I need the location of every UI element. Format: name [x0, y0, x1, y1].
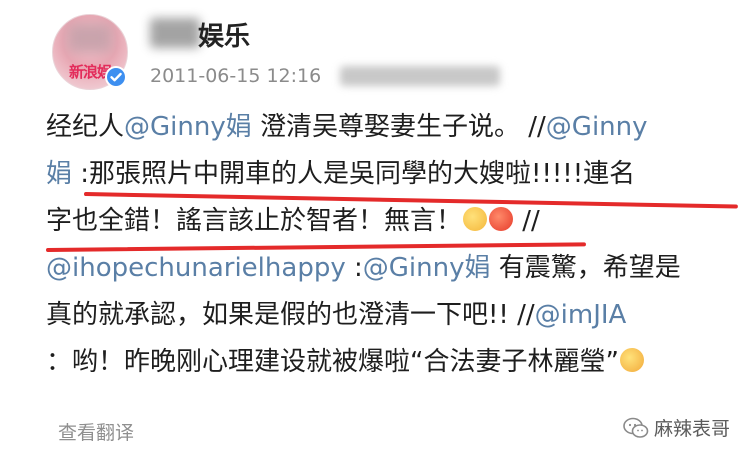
mention-link[interactable]: 娟: [46, 159, 72, 189]
post-text: 字也全錯！謠言該止於智者！無言！: [46, 206, 463, 236]
angry-emoji-icon: [489, 206, 514, 231]
post-line: 经纪人@Ginny娟 澄清吴尊娶妻生子说。 //@Ginny: [46, 104, 726, 151]
mention-link[interactable]: @Ginny娟: [363, 253, 491, 283]
wechat-icon: [623, 417, 649, 438]
post-text: :那張照片中開車的人是吳同學的大嫂啦!!!!!連名: [72, 159, 636, 189]
author-name-blur: [150, 18, 200, 48]
author-name[interactable]: 娱乐: [198, 16, 250, 53]
post-text: :: [345, 253, 363, 283]
post-line: ：哟！昨晚刚心理建设就被爆啦“合法妻子林麗瑩”: [46, 339, 726, 386]
post-text: 有震驚，希望是: [490, 253, 681, 283]
mention-link[interactable]: @Ginny: [546, 112, 648, 142]
post-text: ：哟！昨晚刚心理建设就被爆啦“合法妻子林麗瑩”: [46, 347, 619, 377]
post-line: 娟 :那張照片中開車的人是吳同學的大嫂啦!!!!!連名: [46, 151, 726, 198]
avatar-blurred-area: [67, 23, 113, 53]
mention-link[interactable]: @Ginny娟: [124, 112, 252, 142]
post-text: 真的就承認，如果是假的也澄清一下吧!! //: [46, 300, 535, 330]
post-line: @ihopechunarielhappy :@Ginny娟 有震驚，希望是: [46, 245, 726, 292]
account-watermark: 麻辣表哥: [622, 414, 730, 441]
watermark-text: 麻辣表哥: [654, 418, 731, 440]
translate-link[interactable]: 查看翻译: [58, 418, 134, 445]
post-timestamp[interactable]: 2011-06-15 12:16: [150, 65, 321, 87]
mention-link[interactable]: @imJIA: [535, 300, 627, 330]
post-line: 真的就承認，如果是假的也澄清一下吧!! //@imJIA: [46, 292, 726, 339]
post-source-blur: [340, 66, 500, 86]
post-text: 经纪人: [46, 112, 125, 142]
post-text: //: [514, 206, 540, 236]
verified-badge-icon: [105, 66, 127, 88]
sweat-emoji-icon: [463, 206, 488, 231]
post-text: 澄清吴尊娶妻生子说。 //: [251, 112, 546, 142]
mention-link[interactable]: @ihopechunarielhappy: [46, 253, 346, 283]
shocked-emoji-icon: [619, 347, 644, 372]
